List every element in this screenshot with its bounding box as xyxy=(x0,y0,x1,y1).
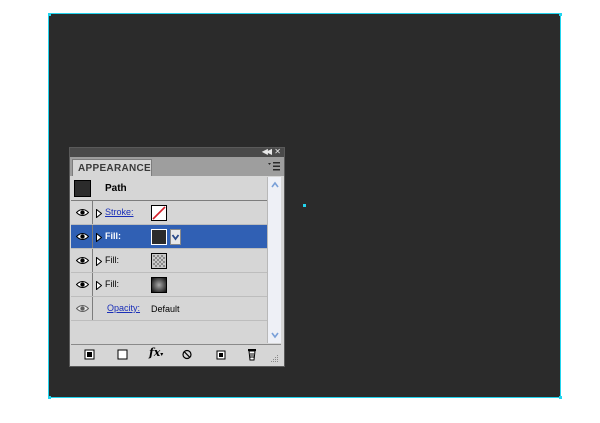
disclosure-triangle-icon[interactable] xyxy=(96,257,102,266)
chevron-down-icon xyxy=(171,234,180,241)
visibility-column[interactable] xyxy=(71,273,93,296)
opacity-row[interactable]: Opacity: Default xyxy=(71,297,267,321)
delete-item-icon[interactable] xyxy=(245,348,259,361)
close-icon[interactable]: ✕ xyxy=(274,146,281,157)
eye-icon[interactable] xyxy=(76,208,89,217)
fill-label[interactable]: Fill: xyxy=(105,279,119,289)
eye-icon[interactable] xyxy=(76,304,89,313)
stroke-label[interactable]: Stroke: xyxy=(105,207,134,217)
fx-label: fx xyxy=(149,346,161,359)
eye-icon[interactable] xyxy=(76,280,89,289)
fill-swatch-dropdown[interactable] xyxy=(170,229,181,245)
appearance-header-row: Path xyxy=(71,177,267,201)
fill-label[interactable]: Fill: xyxy=(105,231,121,241)
add-new-stroke-icon[interactable] xyxy=(83,348,97,361)
eye-icon[interactable] xyxy=(76,256,89,265)
panel-titlebar[interactable]: ◀◀ ✕ xyxy=(70,146,284,157)
add-new-fill-icon[interactable] xyxy=(116,348,130,361)
disclosure-triangle-icon[interactable] xyxy=(96,209,102,218)
selection-handle-top-right[interactable] xyxy=(559,13,562,16)
fill-pattern-swatch[interactable] xyxy=(151,253,167,269)
tab-appearance[interactable]: APPEARANCE xyxy=(72,159,152,176)
opacity-value: Default xyxy=(151,304,180,314)
opacity-label[interactable]: Opacity: xyxy=(107,303,140,313)
fill-gradient-swatch[interactable] xyxy=(151,277,167,293)
panel-tab-row: APPEARANCE xyxy=(70,157,284,176)
collapse-icon[interactable]: ◀◀ xyxy=(262,146,272,157)
scroll-down-icon[interactable] xyxy=(270,330,280,340)
selection-handle-bottom-left[interactable] xyxy=(48,396,51,399)
fill-row-pattern[interactable]: Fill: xyxy=(71,249,267,273)
clear-appearance-icon[interactable] xyxy=(180,348,194,361)
stroke-row[interactable]: Stroke: xyxy=(71,201,267,225)
disclosure-triangle-icon[interactable] xyxy=(96,233,102,242)
path-thumbnail xyxy=(74,180,91,197)
eye-icon[interactable] xyxy=(76,232,89,241)
fx-menu-arrow: ▾ xyxy=(160,351,164,358)
disclosure-triangle-icon[interactable] xyxy=(96,281,102,290)
fill-label[interactable]: Fill: xyxy=(105,255,119,265)
page-title: Path xyxy=(105,183,127,194)
fill-color-swatch[interactable] xyxy=(151,229,167,245)
panel-menu-icon[interactable] xyxy=(267,161,281,172)
visibility-column[interactable] xyxy=(71,201,93,224)
resize-grip-icon[interactable] xyxy=(271,355,279,363)
visibility-column[interactable] xyxy=(71,249,93,272)
visibility-column[interactable] xyxy=(71,225,93,248)
selection-center-point[interactable] xyxy=(303,204,306,207)
appearance-list: Path Stroke: Fill: Fill: Fill: Opacity: … xyxy=(71,177,267,341)
stroke-none-swatch[interactable] xyxy=(151,205,167,221)
visibility-column[interactable] xyxy=(71,297,93,320)
scroll-up-icon[interactable] xyxy=(270,180,280,190)
appearance-panel: ◀◀ ✕ APPEARANCE Path Stroke: Fill: Fill:… xyxy=(70,146,284,366)
fx-icon[interactable]: fx▾ xyxy=(149,346,167,359)
fill-row-selected[interactable]: Fill: xyxy=(71,225,267,249)
selection-handle-bottom-right[interactable] xyxy=(559,396,562,399)
scrollbar[interactable] xyxy=(267,177,281,343)
panel-toolbar: fx▾ xyxy=(71,344,281,365)
fill-row-gradient[interactable]: Fill: xyxy=(71,273,267,297)
selection-handle-top-left[interactable] xyxy=(48,13,51,16)
duplicate-item-icon[interactable] xyxy=(214,348,228,361)
